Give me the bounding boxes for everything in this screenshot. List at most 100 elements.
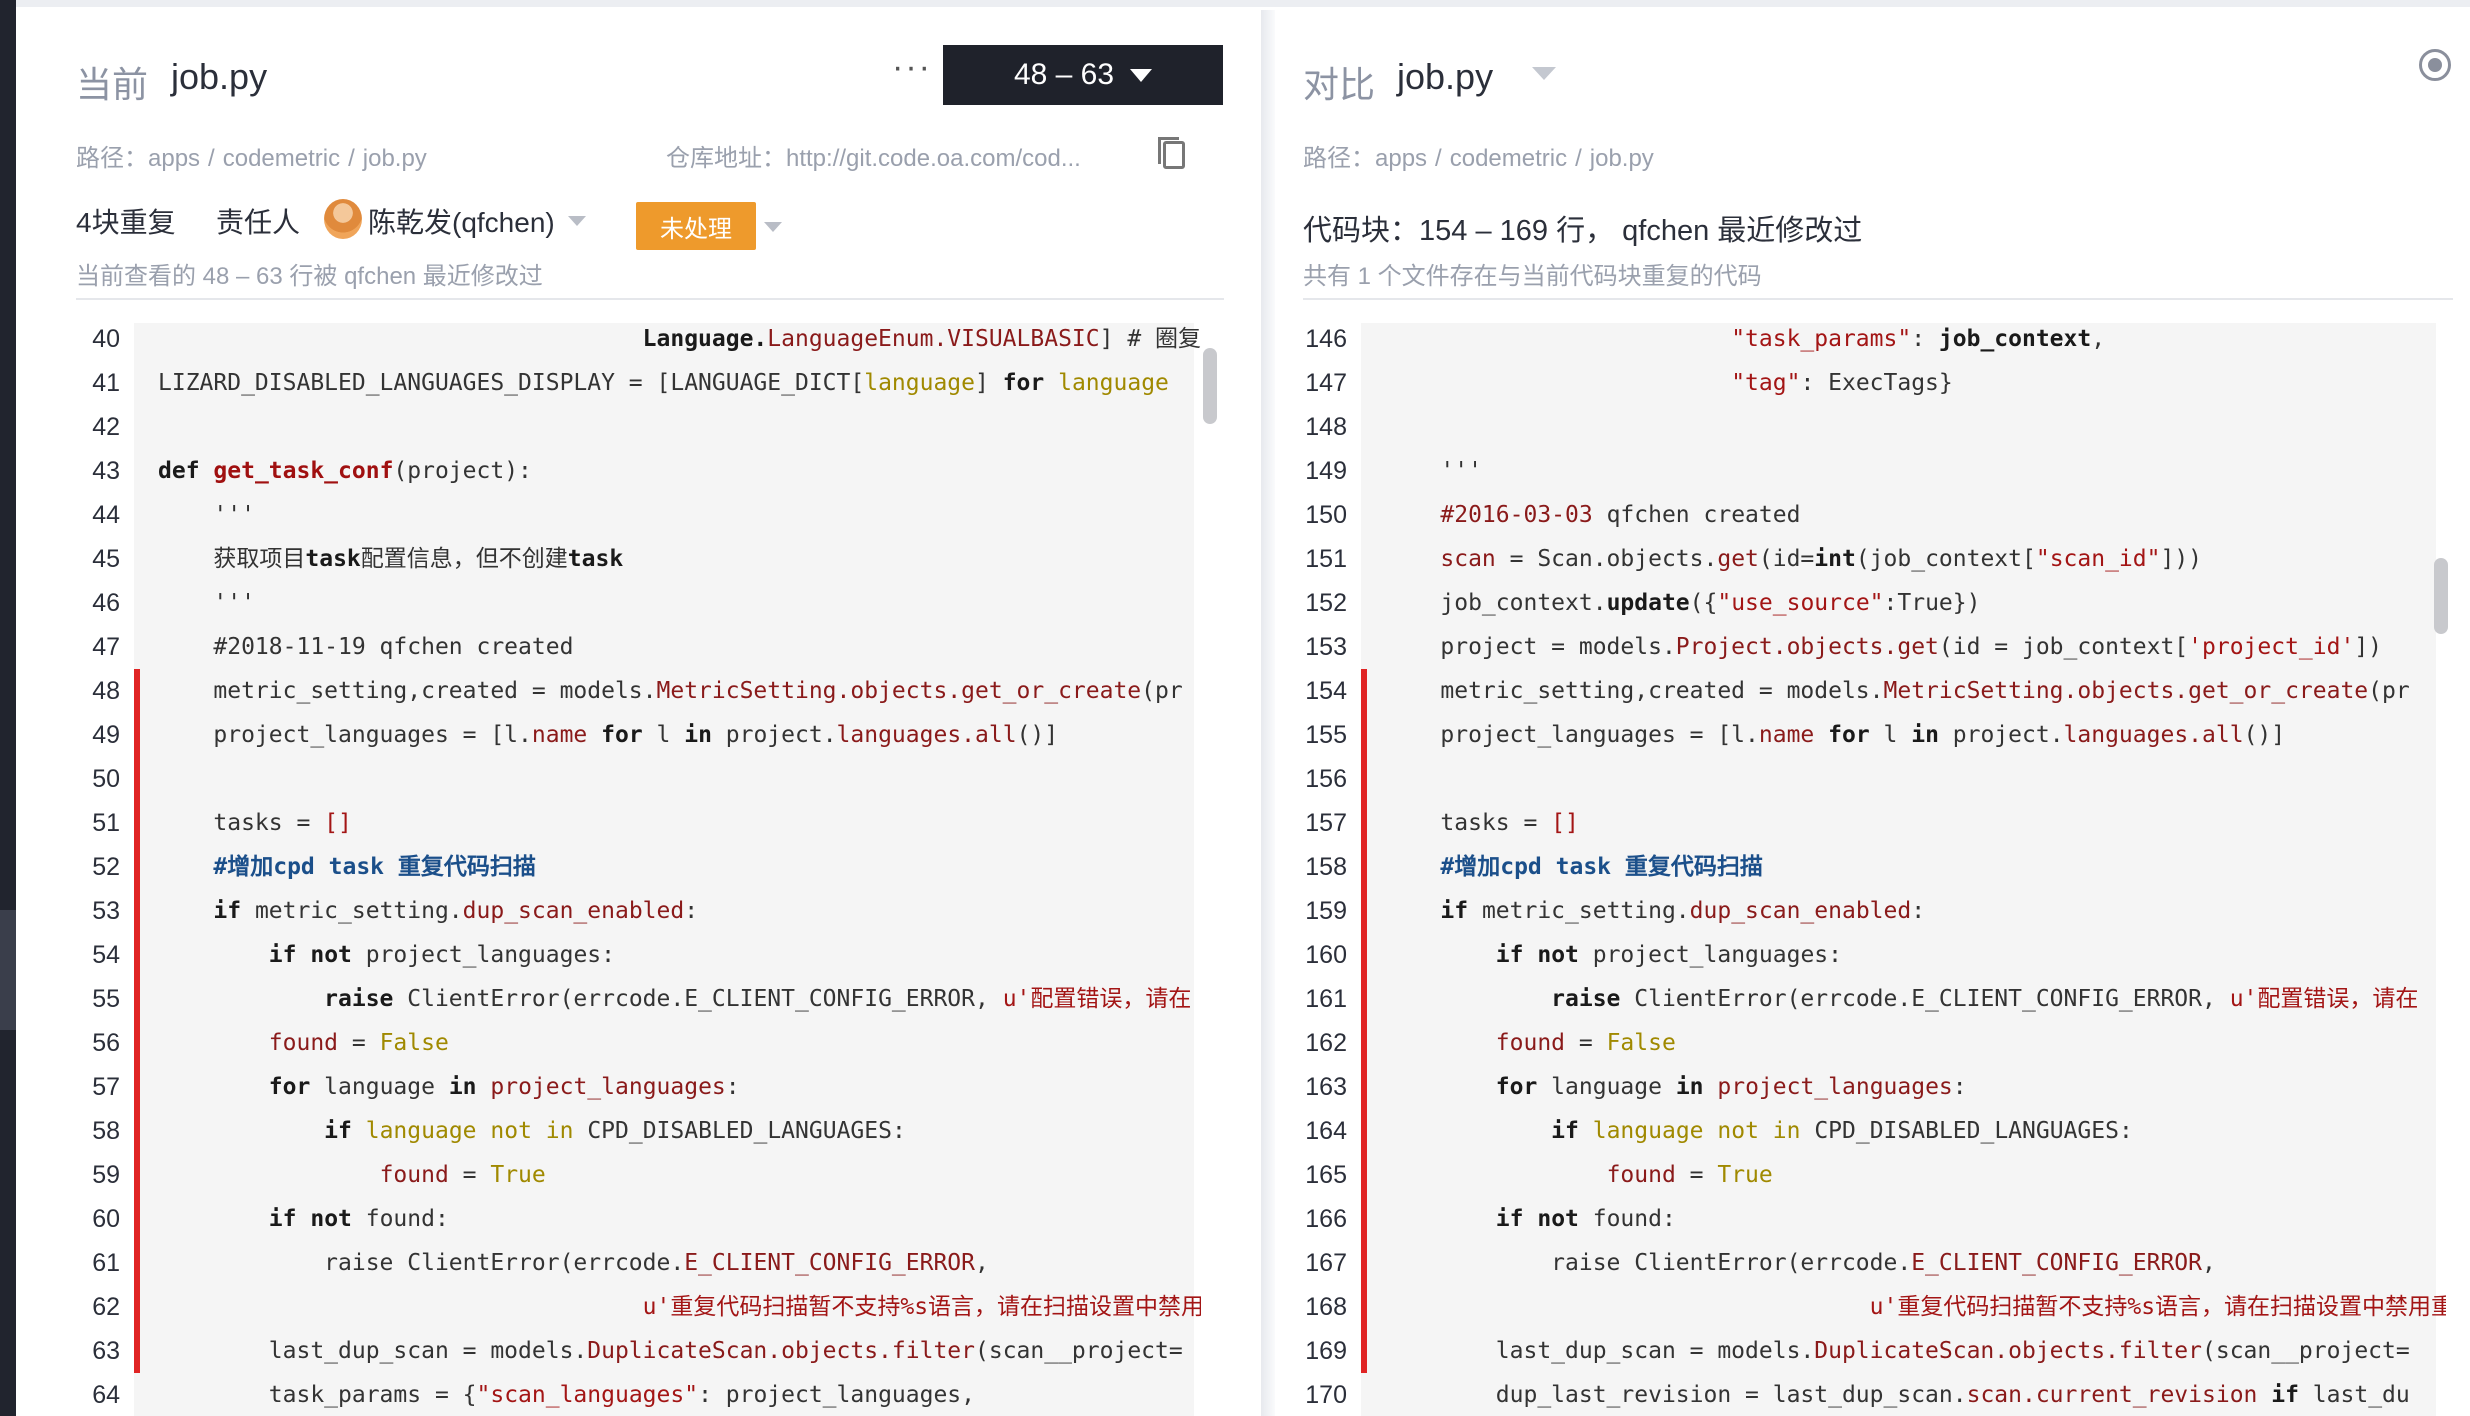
- code-line: project_languages = [l.name for l in pro…: [146, 713, 1201, 757]
- code-token: if: [1440, 898, 1469, 924]
- path-part[interactable]: codemetric: [223, 145, 340, 172]
- status-chevron-down-icon[interactable]: [764, 222, 782, 232]
- code-line: #增加cpd task 重复代码扫描: [146, 845, 1201, 889]
- code-token: "use_source": [1717, 590, 1884, 616]
- status-button[interactable]: 未处理: [636, 202, 756, 250]
- code-token: l: [642, 722, 685, 748]
- path-label: 路径：: [1303, 145, 1375, 172]
- line-number: 49: [92, 721, 120, 749]
- path-part[interactable]: codemetric: [1450, 145, 1567, 172]
- rail-handle[interactable]: [0, 910, 16, 1030]
- code-token: not: [310, 1206, 352, 1232]
- line-number: 63: [92, 1337, 120, 1365]
- line-number: 170: [1305, 1381, 1347, 1409]
- code-token: language: [1537, 1074, 1676, 1100]
- code-token: for: [1828, 722, 1870, 748]
- code-token: :True}): [1883, 590, 1981, 616]
- vertical-scrollbar[interactable]: [2434, 558, 2448, 634]
- code-token: task: [305, 546, 361, 572]
- owner-name[interactable]: 陈乾发(qfchen): [368, 201, 555, 241]
- code-token: if: [1551, 1118, 1579, 1144]
- code-token: int: [1814, 546, 1856, 572]
- code-token: ] # 圈复杂度不: [1099, 326, 1201, 352]
- repo-url[interactable]: 仓库地址：http://git.code.oa.com/cod...: [666, 138, 1081, 173]
- code-token: DuplicateScan.objects.filter: [1814, 1338, 2202, 1364]
- code-line: project = models.Project.objects.get(id …: [1373, 625, 2446, 669]
- current-label: 当前: [76, 64, 149, 105]
- code-token: not in: [1717, 1118, 1801, 1144]
- code-token: :: [1911, 326, 1939, 352]
- code-line: project_languages = [l.name for l in pro…: [1373, 713, 2446, 757]
- path-part[interactable]: apps: [1375, 145, 1427, 172]
- code-token: =: [448, 1162, 491, 1188]
- code-token: in: [1675, 1074, 1704, 1100]
- code-token: Project.objects.get: [1675, 634, 1939, 660]
- copy-icon[interactable]: [1158, 137, 1185, 169]
- more-options-button[interactable]: ···: [892, 48, 932, 87]
- path-part[interactable]: job.py: [1590, 145, 1654, 172]
- line-number: 46: [92, 589, 120, 617]
- code-line: for language in project_languages:: [146, 1065, 1201, 1109]
- vertical-scrollbar[interactable]: [1203, 348, 1217, 424]
- code-line: task_params = {"scan_languages": project…: [146, 1373, 1201, 1416]
- code-token: : project_languages,: [698, 1382, 976, 1408]
- code-token: ()]: [1016, 722, 1059, 748]
- code-token: 'project_id': [2188, 634, 2355, 660]
- line-number: 47: [92, 633, 120, 661]
- code-line: raise ClientError(errcode.E_CLIENT_CONFI…: [146, 977, 1201, 1021]
- code-token: "scan_languages": [476, 1382, 699, 1408]
- code-token: 获取项目: [158, 546, 306, 572]
- code-token: scan.current_revision: [1966, 1382, 2258, 1408]
- code-token: metric_setting,created = models.: [158, 678, 657, 704]
- locate-icon[interactable]: [2419, 49, 2451, 81]
- code-token: language: [1058, 370, 1169, 396]
- code-token: :: [684, 898, 699, 924]
- file-chevron-down-icon[interactable]: [1532, 67, 1556, 80]
- owner-chevron-down-icon[interactable]: [568, 216, 586, 226]
- code-token: if: [1495, 942, 1524, 968]
- code-token: False: [1606, 1030, 1676, 1056]
- code-token: #增加cpd task 重复代码扫描: [158, 854, 536, 880]
- compare-file-name[interactable]: job.py: [1397, 56, 1493, 98]
- code-line: found = False: [146, 1021, 1201, 1065]
- line-number: 48: [92, 677, 120, 705]
- code-token: dup_scan_enabled: [462, 898, 685, 924]
- code-token: raise: [324, 986, 394, 1012]
- compare-files-note: 共有 1 个文件存在与当前代码块重复的代码: [1303, 263, 1762, 290]
- code-token: job_context: [1938, 326, 2092, 352]
- path-part[interactable]: job.py: [363, 145, 427, 172]
- pane-divider[interactable]: [1261, 10, 1275, 1416]
- code-line: if metric_setting.dup_scan_enabled:: [1373, 889, 2446, 933]
- code-token: : ExecTags}: [1800, 370, 1953, 396]
- code-token: ]: [975, 370, 1003, 396]
- code-token: MetricSetting.objects.get_or_create: [656, 678, 1142, 704]
- line-number: 149: [1305, 457, 1347, 485]
- code-token: (scan__project=: [975, 1338, 1183, 1364]
- code-token: task_params = {: [158, 1382, 477, 1408]
- path-part[interactable]: apps: [148, 145, 200, 172]
- code-token: found:: [1578, 1206, 1676, 1232]
- code-line: metric_setting,created = models.MetricSe…: [1373, 669, 2446, 713]
- code-token: in: [684, 722, 712, 748]
- code-line: u'重复代码扫描暂不支持%s语言，请在扫描设置中禁用重复: [146, 1285, 1201, 1329]
- code-token: True: [490, 1162, 546, 1188]
- code-token: project.: [711, 722, 837, 748]
- line-number: 42: [92, 413, 120, 441]
- line-range-dropdown[interactable]: 48 – 63: [943, 45, 1223, 105]
- line-number: 165: [1305, 1161, 1347, 1189]
- code-line: raise ClientError(errcode.E_CLIENT_CONFI…: [146, 1241, 1201, 1285]
- code-line: "task_params": job_context,: [1373, 317, 2446, 361]
- code-token: tasks =: [1385, 810, 1552, 836]
- code-token: for: [1495, 1074, 1538, 1100]
